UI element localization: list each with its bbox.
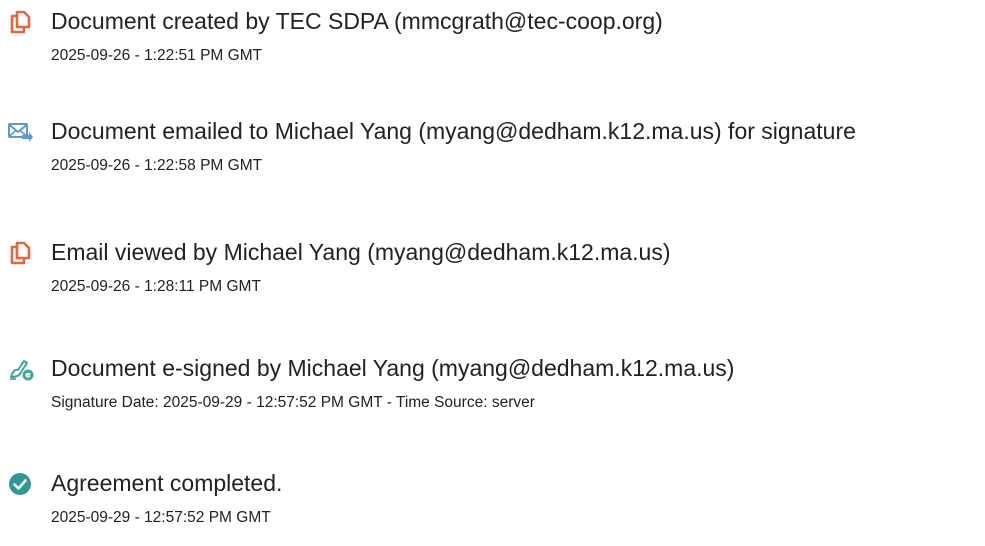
- audit-entry-timestamp: 2025-09-26 - 1:22:58 PM GMT: [51, 157, 263, 174]
- completed-check-icon: [8, 472, 32, 496]
- audit-entry-title: Agreement completed.: [51, 470, 283, 496]
- email-viewed-icon: [8, 241, 32, 265]
- audit-entry-signed: Document e-signed by Michael Yang (myang…: [0, 351, 985, 431]
- audit-entry-title: Document created by TEC SDPA (mmcgrath@t…: [51, 8, 663, 34]
- audit-entry-created: Document created by TEC SDPA (mmcgrath@t…: [0, 4, 985, 84]
- audit-entry-title: Email viewed by Michael Yang (myang@dedh…: [51, 239, 671, 265]
- audit-entry-completed: Agreement completed. 2025-09-29 - 12:57:…: [0, 466, 985, 546]
- audit-entry-timestamp: 2025-09-29 - 12:57:52 PM GMT: [51, 509, 271, 526]
- audit-entry-timestamp: 2025-09-26 - 1:28:11 PM GMT: [51, 278, 261, 295]
- audit-entry-title: Document emailed to Michael Yang (myang@…: [51, 118, 856, 144]
- audit-entry-timestamp: Signature Date: 2025-09-29 - 12:57:52 PM…: [51, 394, 535, 411]
- audit-entry-emailed: Document emailed to Michael Yang (myang@…: [0, 114, 985, 194]
- e-signed-pen-icon: [8, 357, 34, 381]
- audit-entry-timestamp: 2025-09-26 - 1:22:51 PM GMT: [51, 47, 263, 64]
- audit-entry-title: Document e-signed by Michael Yang (myang…: [51, 355, 735, 381]
- email-sent-icon: [8, 120, 33, 144]
- document-created-icon: [8, 10, 32, 34]
- audit-entry-viewed: Email viewed by Michael Yang (myang@dedh…: [0, 235, 985, 315]
